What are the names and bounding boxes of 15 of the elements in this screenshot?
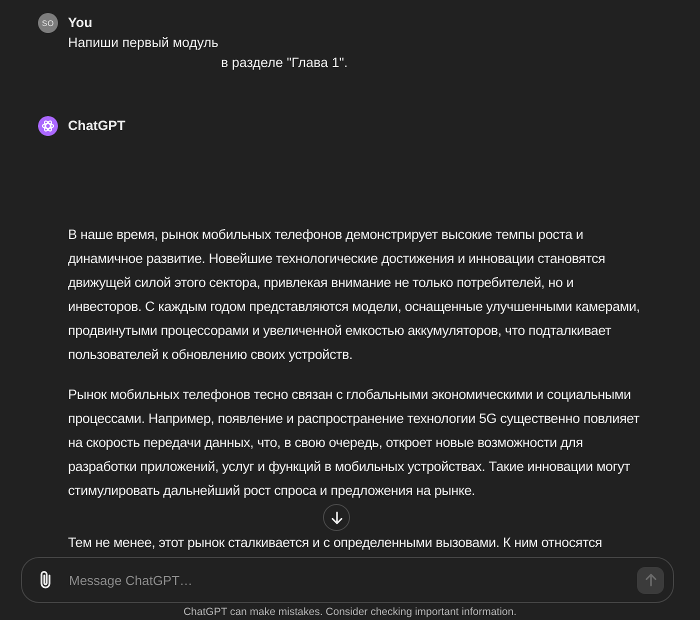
message-composer[interactable]: Message ChatGPT…: [21, 557, 674, 603]
scroll-down-button[interactable]: [323, 504, 350, 531]
author-name: You: [68, 15, 92, 30]
message-text: Напиши первый модуль: [68, 35, 218, 50]
response-paragraph: Рынок мобильных телефонов тесно связан с глобальными экономическими и социальными процессами. Например, появление и распространение технологии 5G существенно повлияет на скорость передачи данных, что, в свою очередь, откроет новые возможности для разработки приложений, услуг и функций в мобильных устройствах. Такие инновации могут стимулировать дальнейший рост спроса и предложения на рынке.: [68, 386, 640, 500]
author-name: ChatGPT: [68, 118, 126, 133]
response-paragraph: В наше время, рынок мобильных телефонов демонстрирует высокие темпы роста и динамичное развитие. Новейшие технологические достижения и инновации становятся движущей силой этого сектора, привлекая внимание не только потребителей, но и инвесторов. С каждым годом представляются модели, оснащенные улучшенными камерами, продвинутыми процессорами и увеличенной емкостью аккумуляторов, что подталкивает пользователей к обновлению своих устройств.: [68, 226, 641, 364]
user-avatar: SO: [38, 13, 58, 33]
message-input[interactable]: Message ChatGPT…: [69, 568, 629, 592]
disclaimer-text: ChatGPT can make mistakes. Consider checking important information.: [183, 605, 517, 619]
arrow-up-icon: [644, 573, 658, 587]
knot-logo-icon: [38, 116, 58, 136]
arrow-down-icon: [330, 510, 344, 524]
message-text: в разделе "Глава 1".: [221, 55, 348, 70]
response-paragraph: Тем не менее, этот рынок сталкивается и с определенными вызовами. К ним относятся: [68, 534, 603, 552]
